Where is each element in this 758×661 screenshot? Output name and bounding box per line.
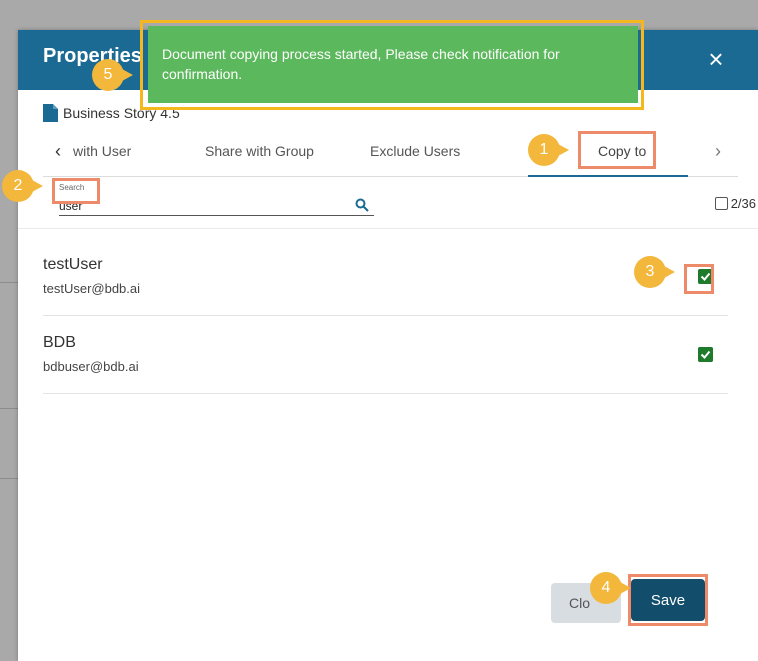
backdrop-divider	[0, 478, 18, 479]
checkbox-highlight	[684, 264, 714, 294]
user-name: testUser	[43, 256, 103, 273]
save-highlight	[628, 574, 708, 626]
step-marker-3: 3	[634, 256, 675, 288]
copy-to-highlight	[578, 131, 656, 169]
selected-count: 2/36	[730, 196, 756, 211]
user-email: testUser@bdb.ai	[43, 281, 141, 296]
search-highlight	[52, 178, 100, 204]
close-icon[interactable]: ×	[704, 46, 728, 72]
user-list: testUser testUser@bdb.ai BDB bdbuser@bdb…	[43, 238, 728, 394]
tab-share-with-group[interactable]: Share with Group	[205, 143, 314, 159]
modal-title: Properties	[43, 45, 142, 67]
properties-modal: Properties × Business Story 4.5 ‹ with U…	[18, 30, 758, 661]
backdrop-divider	[0, 282, 18, 283]
user-name: BDB	[43, 334, 76, 351]
chevron-right-icon[interactable]: ›	[715, 141, 721, 162]
chevron-left-icon[interactable]: ‹	[55, 141, 61, 162]
user-email: bdbuser@bdb.ai	[43, 359, 139, 374]
document-icon	[43, 104, 58, 122]
list-divider	[18, 228, 758, 229]
tab-share-with-user[interactable]: with User	[73, 143, 131, 159]
select-all[interactable]: 2/36	[714, 196, 756, 211]
toast-notification: Document copying process started, Please…	[148, 26, 638, 103]
step-marker-5: 5	[92, 59, 133, 91]
list-item: testUser testUser@bdb.ai	[43, 238, 728, 316]
active-tab-indicator	[528, 175, 688, 177]
tab-exclude-users[interactable]: Exclude Users	[370, 143, 460, 159]
step-marker-4: 4	[590, 572, 631, 604]
search-area: Search 2/36	[43, 178, 758, 228]
search-icon[interactable]	[355, 198, 369, 212]
select-all-checkbox[interactable]	[714, 197, 728, 210]
step-marker-1: 1	[528, 134, 569, 166]
step-marker-2: 2	[2, 170, 43, 202]
toast-message: Document copying process started, Please…	[162, 46, 560, 82]
list-item: BDB bdbuser@bdb.ai	[43, 316, 728, 394]
search-input[interactable]	[59, 196, 374, 216]
user-checkbox[interactable]	[698, 347, 713, 362]
backdrop-divider	[0, 408, 18, 409]
